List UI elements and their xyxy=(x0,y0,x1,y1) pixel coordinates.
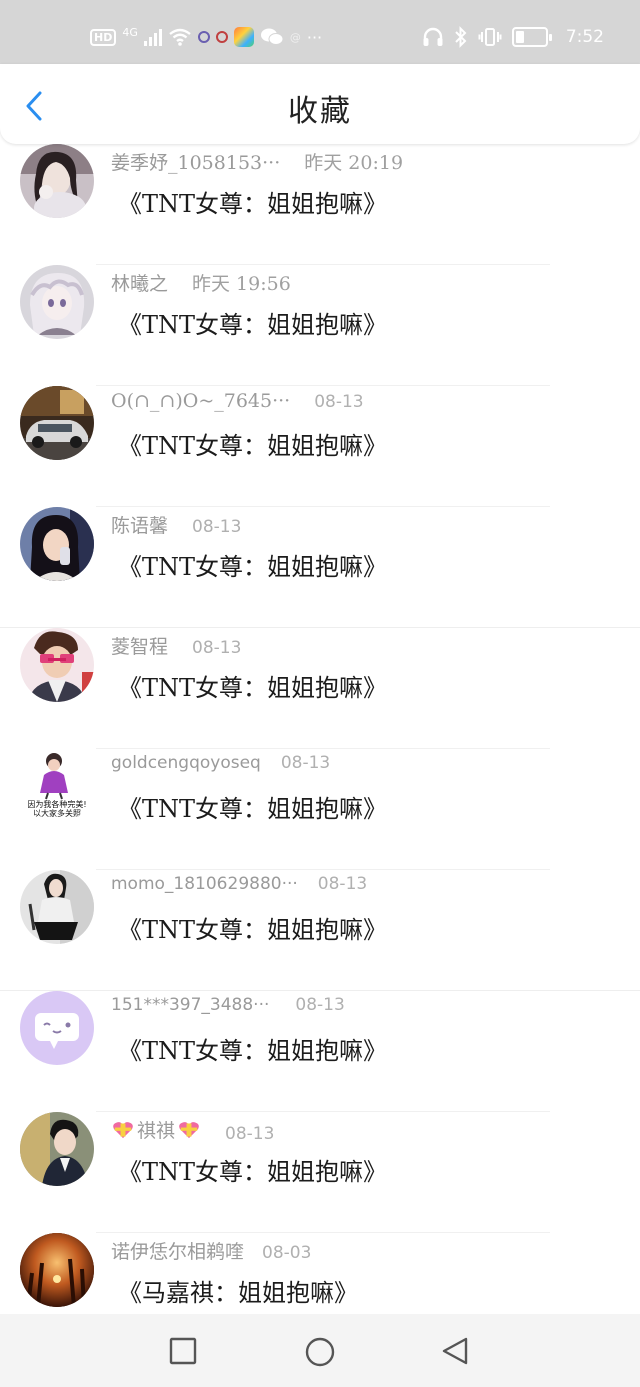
status-bar: HD 4G @ ··· 7:52 xyxy=(0,0,640,64)
list-item[interactable]: 菱智程 08-13 《TNT女尊：姐姐抱嘛》 xyxy=(0,628,640,749)
system-nav-bar xyxy=(0,1314,640,1387)
item-meta: 林曦之 昨天 19:56 xyxy=(111,269,291,296)
recent-apps-button[interactable] xyxy=(168,1336,198,1366)
avatar-caption-line: 因为我各种完美! xyxy=(27,800,87,809)
item-meta: goldcengqoyoseq 08-13 xyxy=(111,753,330,773)
avatar[interactable]: 因为我各种完美! 以大家多关照 xyxy=(20,749,94,823)
wechat-icon xyxy=(260,28,284,45)
item-title[interactable]: 《TNT女尊：姐姐抱嘛》 xyxy=(118,1152,387,1187)
list-item[interactable]: 祺祺 08-13 《TNT女尊：姐姐抱嘛》 xyxy=(0,1112,640,1233)
clock: 7:52 xyxy=(565,27,604,47)
favorites-list: 姜季妤_1058153··· 昨天 20:19 《TNT女尊：姐姐抱嘛》 林曦之… xyxy=(0,144,640,1314)
author-name: momo_1810629880··· xyxy=(111,874,298,894)
author-name: 诺伊恁尔相鹈喹 xyxy=(111,1241,245,1263)
item-time: 昨天 20:19 xyxy=(304,152,404,174)
mail-icon: @ xyxy=(289,30,301,44)
page-title: 收藏 xyxy=(288,94,352,129)
item-meta: 姜季妤_1058153··· 昨天 20:19 xyxy=(111,148,403,175)
avatar[interactable] xyxy=(20,1112,94,1186)
avatar[interactable] xyxy=(20,628,94,702)
item-meta: 祺祺 08-13 xyxy=(111,1116,274,1144)
item-time: 08-13 xyxy=(225,1123,275,1144)
item-title[interactable]: 《TNT女尊：姐姐抱嘛》 xyxy=(118,426,387,461)
author-name: 菱智程 xyxy=(111,636,169,658)
wifi-icon xyxy=(169,28,191,46)
item-title[interactable]: 《TNT女尊：姐姐抱嘛》 xyxy=(118,184,387,219)
list-item[interactable]: 陈语馨 08-13 《TNT女尊：姐姐抱嘛》 xyxy=(0,507,640,628)
author-name: O(∩_∩)O~_7645··· xyxy=(111,390,291,412)
headphones-icon xyxy=(423,27,443,46)
hd-badge: HD xyxy=(90,28,117,46)
notification-app-icon xyxy=(197,31,210,43)
item-time: 08-03 xyxy=(262,1243,312,1263)
battery-icon xyxy=(511,27,552,47)
item-meta: 151***397_3488··· 08-13 xyxy=(111,995,345,1015)
item-time: 08-13 xyxy=(192,517,242,537)
list-item[interactable]: 因为我各种完美! 以大家多关照 goldcengqoyoseq 08-13 《T… xyxy=(0,749,640,870)
item-title[interactable]: 《TNT女尊：姐姐抱嘛》 xyxy=(118,1031,387,1066)
item-meta: O(∩_∩)O~_7645··· 08-13 xyxy=(111,390,364,412)
author-name: 姜季妤_1058153··· xyxy=(111,152,281,174)
avatar[interactable] xyxy=(20,1233,94,1307)
avatar[interactable] xyxy=(20,870,94,944)
list-item[interactable]: 林曦之 昨天 19:56 《TNT女尊：姐姐抱嘛》 xyxy=(0,265,640,386)
item-meta: 菱智程 08-13 xyxy=(111,632,241,659)
list-item[interactable]: 姜季妤_1058153··· 昨天 20:19 《TNT女尊：姐姐抱嘛》 xyxy=(0,144,640,265)
more-notifications: ··· xyxy=(306,27,323,47)
author-name: 陈语馨 xyxy=(111,515,169,537)
list-item[interactable]: O(∩_∩)O~_7645··· 08-13 《TNT女尊：姐姐抱嘛》 xyxy=(0,386,640,507)
avatar[interactable] xyxy=(20,144,94,218)
item-title[interactable]: 《马嘉祺：姐姐抱嘛》 xyxy=(118,1273,358,1308)
list-item[interactable]: 151***397_3488··· 08-13 《TNT女尊：姐姐抱嘛》 xyxy=(0,991,640,1112)
status-right: 7:52 xyxy=(422,22,604,52)
item-title[interactable]: 《TNT女尊：姐姐抱嘛》 xyxy=(118,668,387,703)
item-title[interactable]: 《TNT女尊：姐姐抱嘛》 xyxy=(118,789,387,824)
item-time: 08-13 xyxy=(280,753,331,773)
notification-app-icon-2 xyxy=(215,31,228,43)
heart-icon xyxy=(113,1121,133,1138)
avatar[interactable] xyxy=(20,507,94,581)
list-item[interactable]: momo_1810629880··· 08-13 《TNT女尊：姐姐抱嘛》 xyxy=(0,870,640,991)
vibrate-icon xyxy=(478,28,502,46)
triangle-back-icon xyxy=(442,1337,468,1365)
item-title[interactable]: 《TNT女尊：姐姐抱嘛》 xyxy=(118,547,387,582)
back-nav-button[interactable] xyxy=(440,1336,470,1366)
home-button[interactable] xyxy=(304,1336,335,1367)
author-name: 151***397_3488··· xyxy=(111,995,270,1015)
avatar[interactable] xyxy=(20,991,94,1065)
square-icon xyxy=(169,1337,197,1365)
signal-icon xyxy=(143,28,162,46)
item-time: 08-13 xyxy=(317,874,368,894)
avatar[interactable] xyxy=(20,265,94,339)
item-meta: 陈语馨 08-13 xyxy=(111,511,241,538)
author-name: 林曦之 xyxy=(111,273,169,295)
status-left: HD 4G @ ··· xyxy=(90,22,322,52)
avatar-caption-line: 以大家多关照 xyxy=(33,809,81,818)
item-time: 08-13 xyxy=(314,392,364,412)
notification-app-icon-3 xyxy=(233,27,254,47)
network-label: 4G xyxy=(122,25,138,39)
item-title[interactable]: 《TNT女尊：姐姐抱嘛》 xyxy=(118,910,387,945)
author-name-group: 祺祺 xyxy=(111,1116,201,1143)
circle-icon xyxy=(305,1337,335,1367)
author-name: goldcengqoyoseq xyxy=(111,753,261,773)
item-meta: momo_1810629880··· 08-13 xyxy=(111,874,367,894)
list-item[interactable]: 诺伊恁尔相鹈喹 08-03 《马嘉祺：姐姐抱嘛》 xyxy=(0,1233,640,1314)
bluetooth-icon xyxy=(455,26,467,48)
item-time: 08-13 xyxy=(295,995,345,1015)
item-time: 昨天 19:56 xyxy=(192,273,291,295)
item-time: 08-13 xyxy=(192,638,242,658)
avatar[interactable] xyxy=(20,386,94,460)
item-title[interactable]: 《TNT女尊：姐姐抱嘛》 xyxy=(118,305,387,340)
app-header: 收藏 xyxy=(0,64,640,144)
author-name: 祺祺 xyxy=(137,1120,176,1142)
item-meta: 诺伊恁尔相鹈喹 08-03 xyxy=(111,1237,311,1264)
heart-icon xyxy=(179,1121,199,1138)
